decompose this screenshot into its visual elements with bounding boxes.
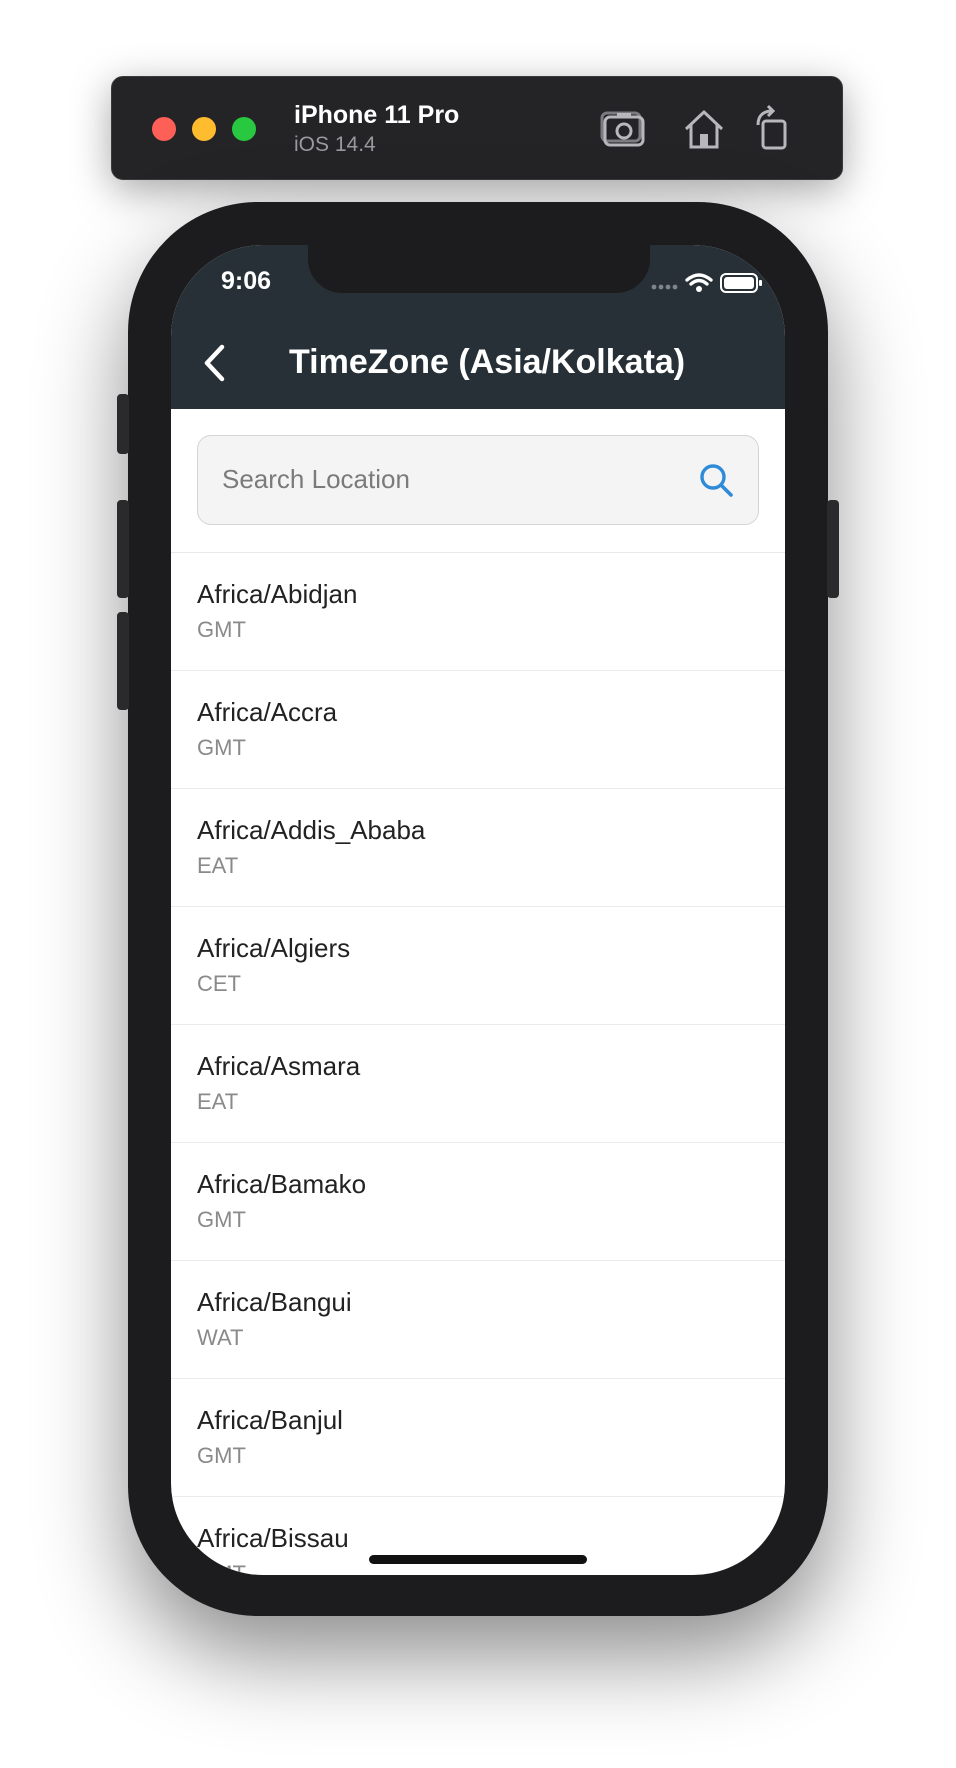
device-name: iPhone 11 Pro bbox=[294, 101, 460, 129]
rotate-icon[interactable] bbox=[748, 103, 800, 155]
search-icon[interactable] bbox=[698, 462, 734, 498]
status-time: 9:06 bbox=[221, 267, 272, 295]
timezone-list: Africa/Abidjan GMT Africa/Accra GMT Afri… bbox=[171, 553, 785, 1575]
list-item[interactable]: Africa/Asmara EAT bbox=[171, 1025, 785, 1143]
list-item[interactable]: Africa/Bangui WAT bbox=[171, 1261, 785, 1379]
screenshot-icon[interactable] bbox=[598, 103, 650, 155]
power-button bbox=[827, 500, 839, 598]
timezone-abbreviation: GMT bbox=[197, 617, 246, 642]
app-bar: 9:06 TimeZone (Asia/Kolkata) bbox=[171, 245, 785, 409]
list-item[interactable]: Africa/Accra GMT bbox=[171, 671, 785, 789]
chevron-left-icon bbox=[204, 344, 225, 382]
home-icon[interactable] bbox=[678, 103, 730, 155]
timezone-name: Africa/Addis_Ababa bbox=[197, 815, 426, 845]
timezone-name: Africa/Bangui bbox=[197, 1287, 352, 1317]
list-item[interactable]: Africa/Addis_Ababa EAT bbox=[171, 789, 785, 907]
timezone-abbreviation: EAT bbox=[197, 1089, 239, 1114]
timezone-abbreviation: CET bbox=[197, 971, 241, 996]
timezone-abbreviation: GMT bbox=[197, 1561, 246, 1575]
timezone-name: Africa/Bamako bbox=[197, 1169, 367, 1199]
timezone-name: Africa/Accra bbox=[197, 697, 338, 727]
silent-switch bbox=[117, 394, 129, 454]
status-indicators bbox=[651, 271, 763, 295]
timezone-abbreviation: EAT bbox=[197, 853, 239, 878]
volume-down-button bbox=[117, 612, 129, 710]
timezone-name: Africa/Algiers bbox=[197, 933, 351, 963]
list-item[interactable]: Africa/Banjul GMT bbox=[171, 1379, 785, 1497]
wifi-icon bbox=[685, 273, 713, 292]
timezone-name: Africa/Bissau bbox=[197, 1523, 349, 1553]
phone-screen: 9:06 TimeZone (Asia/Kolkata) Search Loca… bbox=[171, 245, 785, 1575]
timezone-abbreviation: GMT bbox=[197, 735, 246, 760]
signal-icon bbox=[651, 284, 678, 290]
notch bbox=[308, 245, 650, 293]
timezone-abbreviation: GMT bbox=[197, 1207, 246, 1232]
timezone-name: Africa/Abidjan bbox=[197, 579, 358, 609]
battery-icon bbox=[720, 273, 762, 293]
timezone-name: Africa/Banjul bbox=[197, 1405, 343, 1435]
search-section bbox=[171, 409, 785, 553]
list-item[interactable]: Africa/Bamako GMT bbox=[171, 1143, 785, 1261]
search-box[interactable] bbox=[197, 435, 759, 525]
page-title: TimeZone (Asia/Kolkata) bbox=[289, 343, 686, 381]
list-item[interactable]: Africa/Algiers CET bbox=[171, 907, 785, 1025]
timezone-name: Africa/Asmara bbox=[197, 1051, 361, 1081]
timezone-abbreviation: GMT bbox=[197, 1443, 246, 1468]
close-window-button[interactable] bbox=[152, 117, 176, 141]
minimize-window-button[interactable] bbox=[192, 117, 216, 141]
volume-up-button bbox=[117, 500, 129, 598]
timezone-abbreviation: WAT bbox=[197, 1325, 244, 1350]
home-indicator[interactable] bbox=[369, 1555, 587, 1564]
list-item[interactable]: Africa/Abidjan GMT bbox=[171, 553, 785, 671]
back-button[interactable] bbox=[195, 341, 239, 385]
search-input[interactable] bbox=[222, 436, 662, 523]
os-version: iOS 14.4 bbox=[294, 133, 376, 156]
zoom-window-button[interactable] bbox=[232, 117, 256, 141]
simulator-toolbar: iPhone 11 Pro iOS 14.4 bbox=[111, 76, 843, 180]
